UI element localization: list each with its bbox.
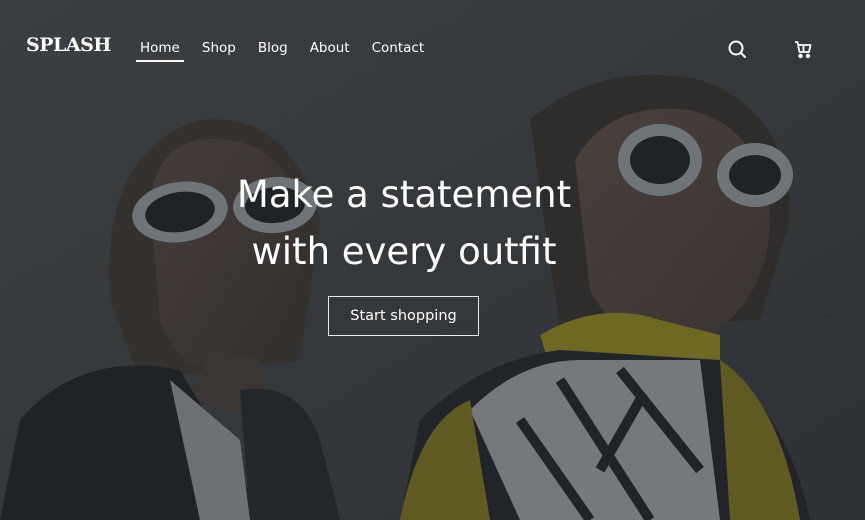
hero-headline-line-1: Make a statement [236,173,572,216]
hero-headline: Make a statement with every outfit [0,166,808,280]
brand-logo[interactable]: SPLASH [26,34,111,56]
nav-item-shop[interactable]: Shop [202,40,236,62]
search-icon[interactable] [725,37,749,61]
nav-item-home[interactable]: Home [136,40,184,62]
main-menu: Home Shop Blog About Contact [136,40,446,62]
nav-item-blog[interactable]: Blog [258,40,288,62]
nav-item-contact[interactable]: Contact [372,40,425,62]
cart-icon[interactable] [791,37,815,61]
hero-headline-line-2: with every outfit [251,230,557,273]
nav-item-about[interactable]: About [310,40,350,62]
top-navigation: SPLASH Home Shop Blog About Contact [0,0,865,96]
start-shopping-button[interactable]: Start shopping [328,296,479,336]
